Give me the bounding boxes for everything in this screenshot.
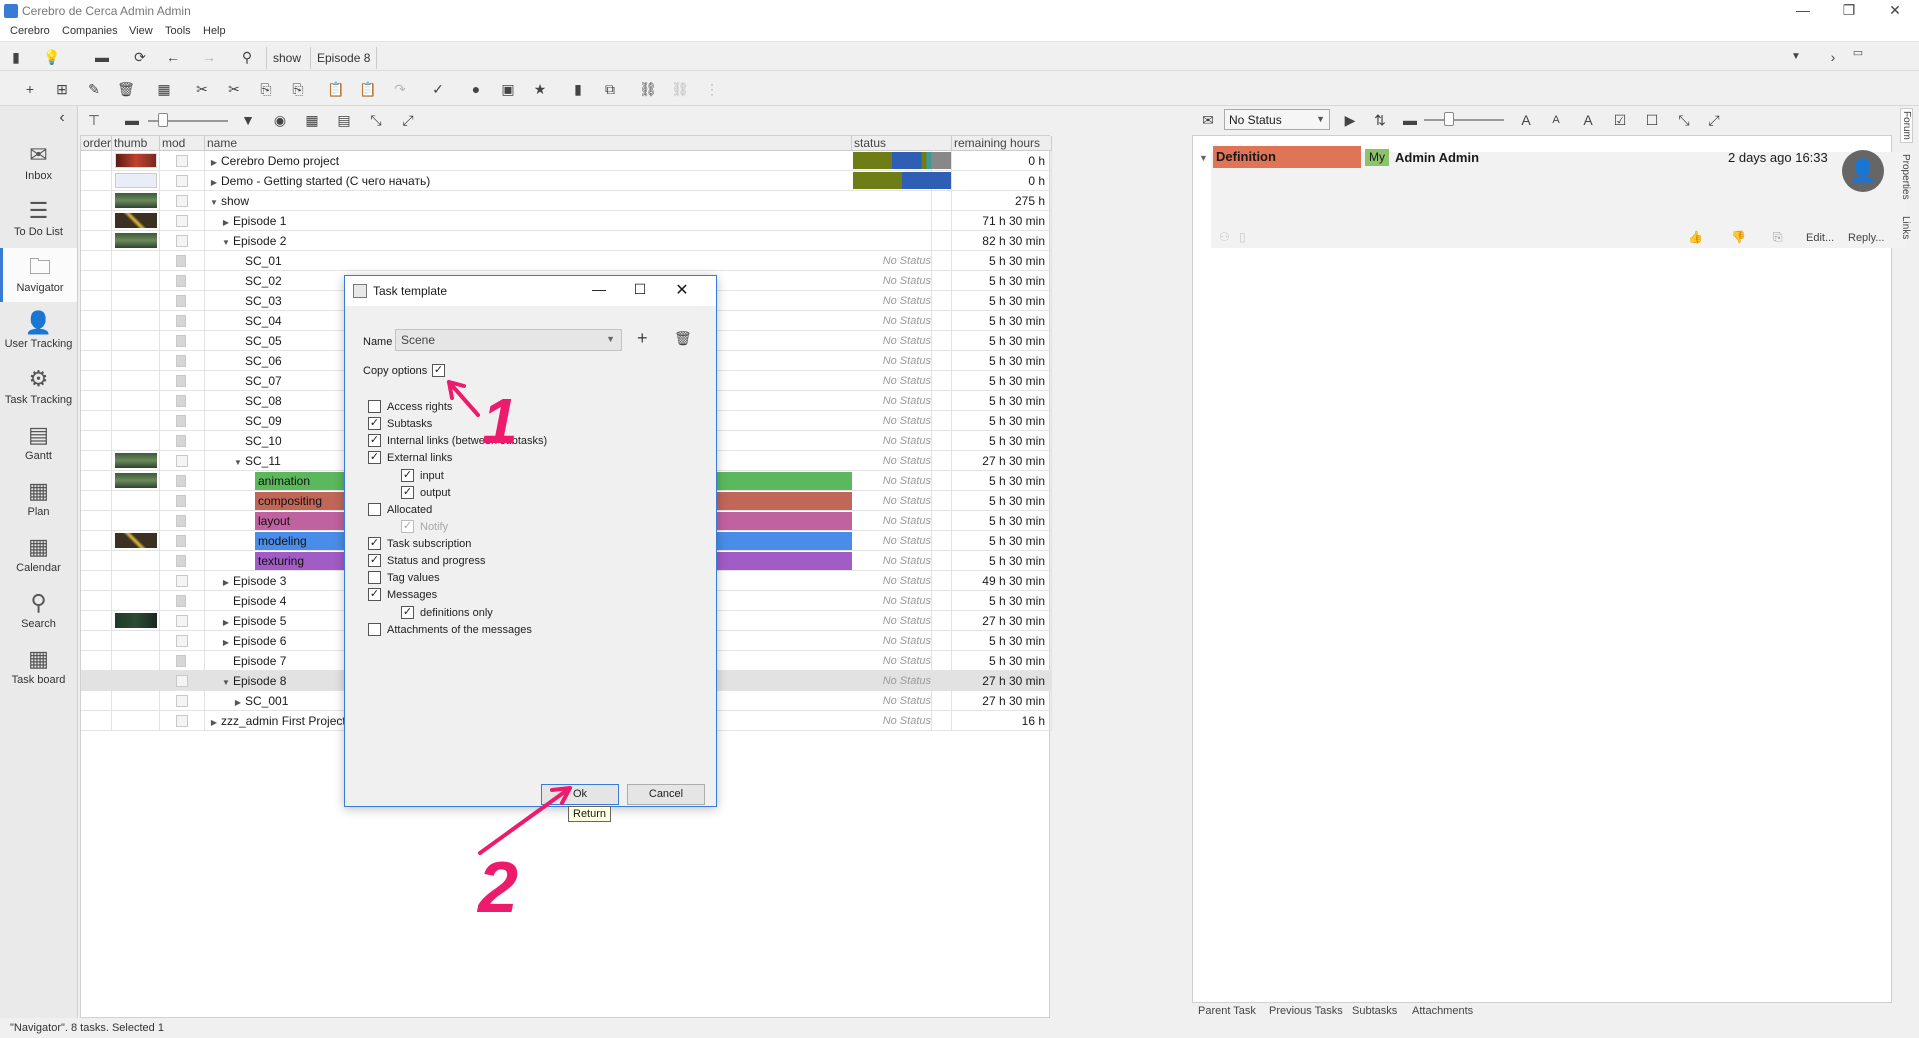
vertical-tabs: Forum Properties Links (1896, 106, 1919, 406)
checkbox-filter-icon[interactable]: ☑ (1610, 110, 1630, 130)
edit-link[interactable]: Edit... (1806, 232, 1834, 244)
annotation-number-2: 2 (476, 848, 518, 928)
message-author: Admin Admin (1395, 150, 1480, 165)
properties-tab[interactable]: Properties (1900, 154, 1911, 200)
message-type-badge: Definition (1213, 146, 1361, 168)
parent-task-tab[interactable]: Parent Task (1198, 1005, 1256, 1017)
chevron-down-icon: ▼ (1316, 114, 1325, 124)
links-tab[interactable]: Links (1900, 216, 1911, 239)
thumbs-down-icon[interactable]: 👎 (1731, 230, 1746, 244)
font-icon[interactable]: A (1578, 110, 1598, 130)
image-size-slider-knob[interactable] (1444, 112, 1454, 126)
status-filter-value: No Status (1229, 113, 1282, 127)
annotation-number-1: 1 (482, 385, 518, 457)
collapse-icon[interactable]: ⤡ (1674, 110, 1694, 130)
avatar: 👤 (1842, 150, 1884, 192)
users-icon[interactable]: ⚇ (1219, 230, 1230, 244)
subtasks-tab[interactable]: Subtasks (1352, 1005, 1397, 1017)
previous-tasks-tab[interactable]: Previous Tasks (1269, 1005, 1343, 1017)
my-badge: My (1365, 149, 1389, 166)
expand-icon[interactable]: ⤢ (1704, 110, 1724, 130)
status-filter-select[interactable]: No Status ▼ (1224, 109, 1330, 130)
thumbs-up-icon[interactable]: 👍 (1688, 230, 1703, 244)
status-bar: "Navigator". 8 tasks. Selected 1 (0, 1018, 1919, 1038)
message-icon[interactable]: ✉ (1198, 110, 1218, 130)
attachments-tab[interactable]: Attachments (1412, 1005, 1473, 1017)
image-size-slider[interactable] (1424, 119, 1504, 121)
font-decrease-icon[interactable]: A (1546, 110, 1566, 130)
forum-toolbar: ✉ No Status ▼ ▶ ⇅ ▬ A A A ☑ ☐ ⤡ ⤢ (1192, 106, 1892, 134)
play-icon[interactable]: ▶ (1340, 110, 1360, 130)
attachment-icon[interactable]: ▯ (1239, 230, 1246, 244)
arrow-1-annotation (447, 380, 480, 417)
sort-icon[interactable]: ⇅ (1370, 110, 1390, 130)
forum-panel: ▼ Definition My Admin Admin 2 days ago 1… (1192, 135, 1906, 1003)
square-icon[interactable]: ☐ (1642, 110, 1662, 130)
copy-message-icon[interactable]: ⎘ (1773, 230, 1783, 245)
arrow-2-annotation (478, 786, 572, 855)
image-size-icon[interactable]: ▬ (1400, 110, 1420, 130)
font-increase-icon[interactable]: A (1516, 110, 1536, 130)
collapse-arrow-icon[interactable]: ▼ (1199, 153, 1208, 163)
message-time: 2 days ago 16:33 (1728, 150, 1828, 165)
status-text: "Navigator". 8 tasks. Selected 1 (10, 1022, 164, 1034)
forum-tab[interactable]: Forum (1900, 108, 1913, 143)
reply-link[interactable]: Reply... (1848, 232, 1884, 244)
